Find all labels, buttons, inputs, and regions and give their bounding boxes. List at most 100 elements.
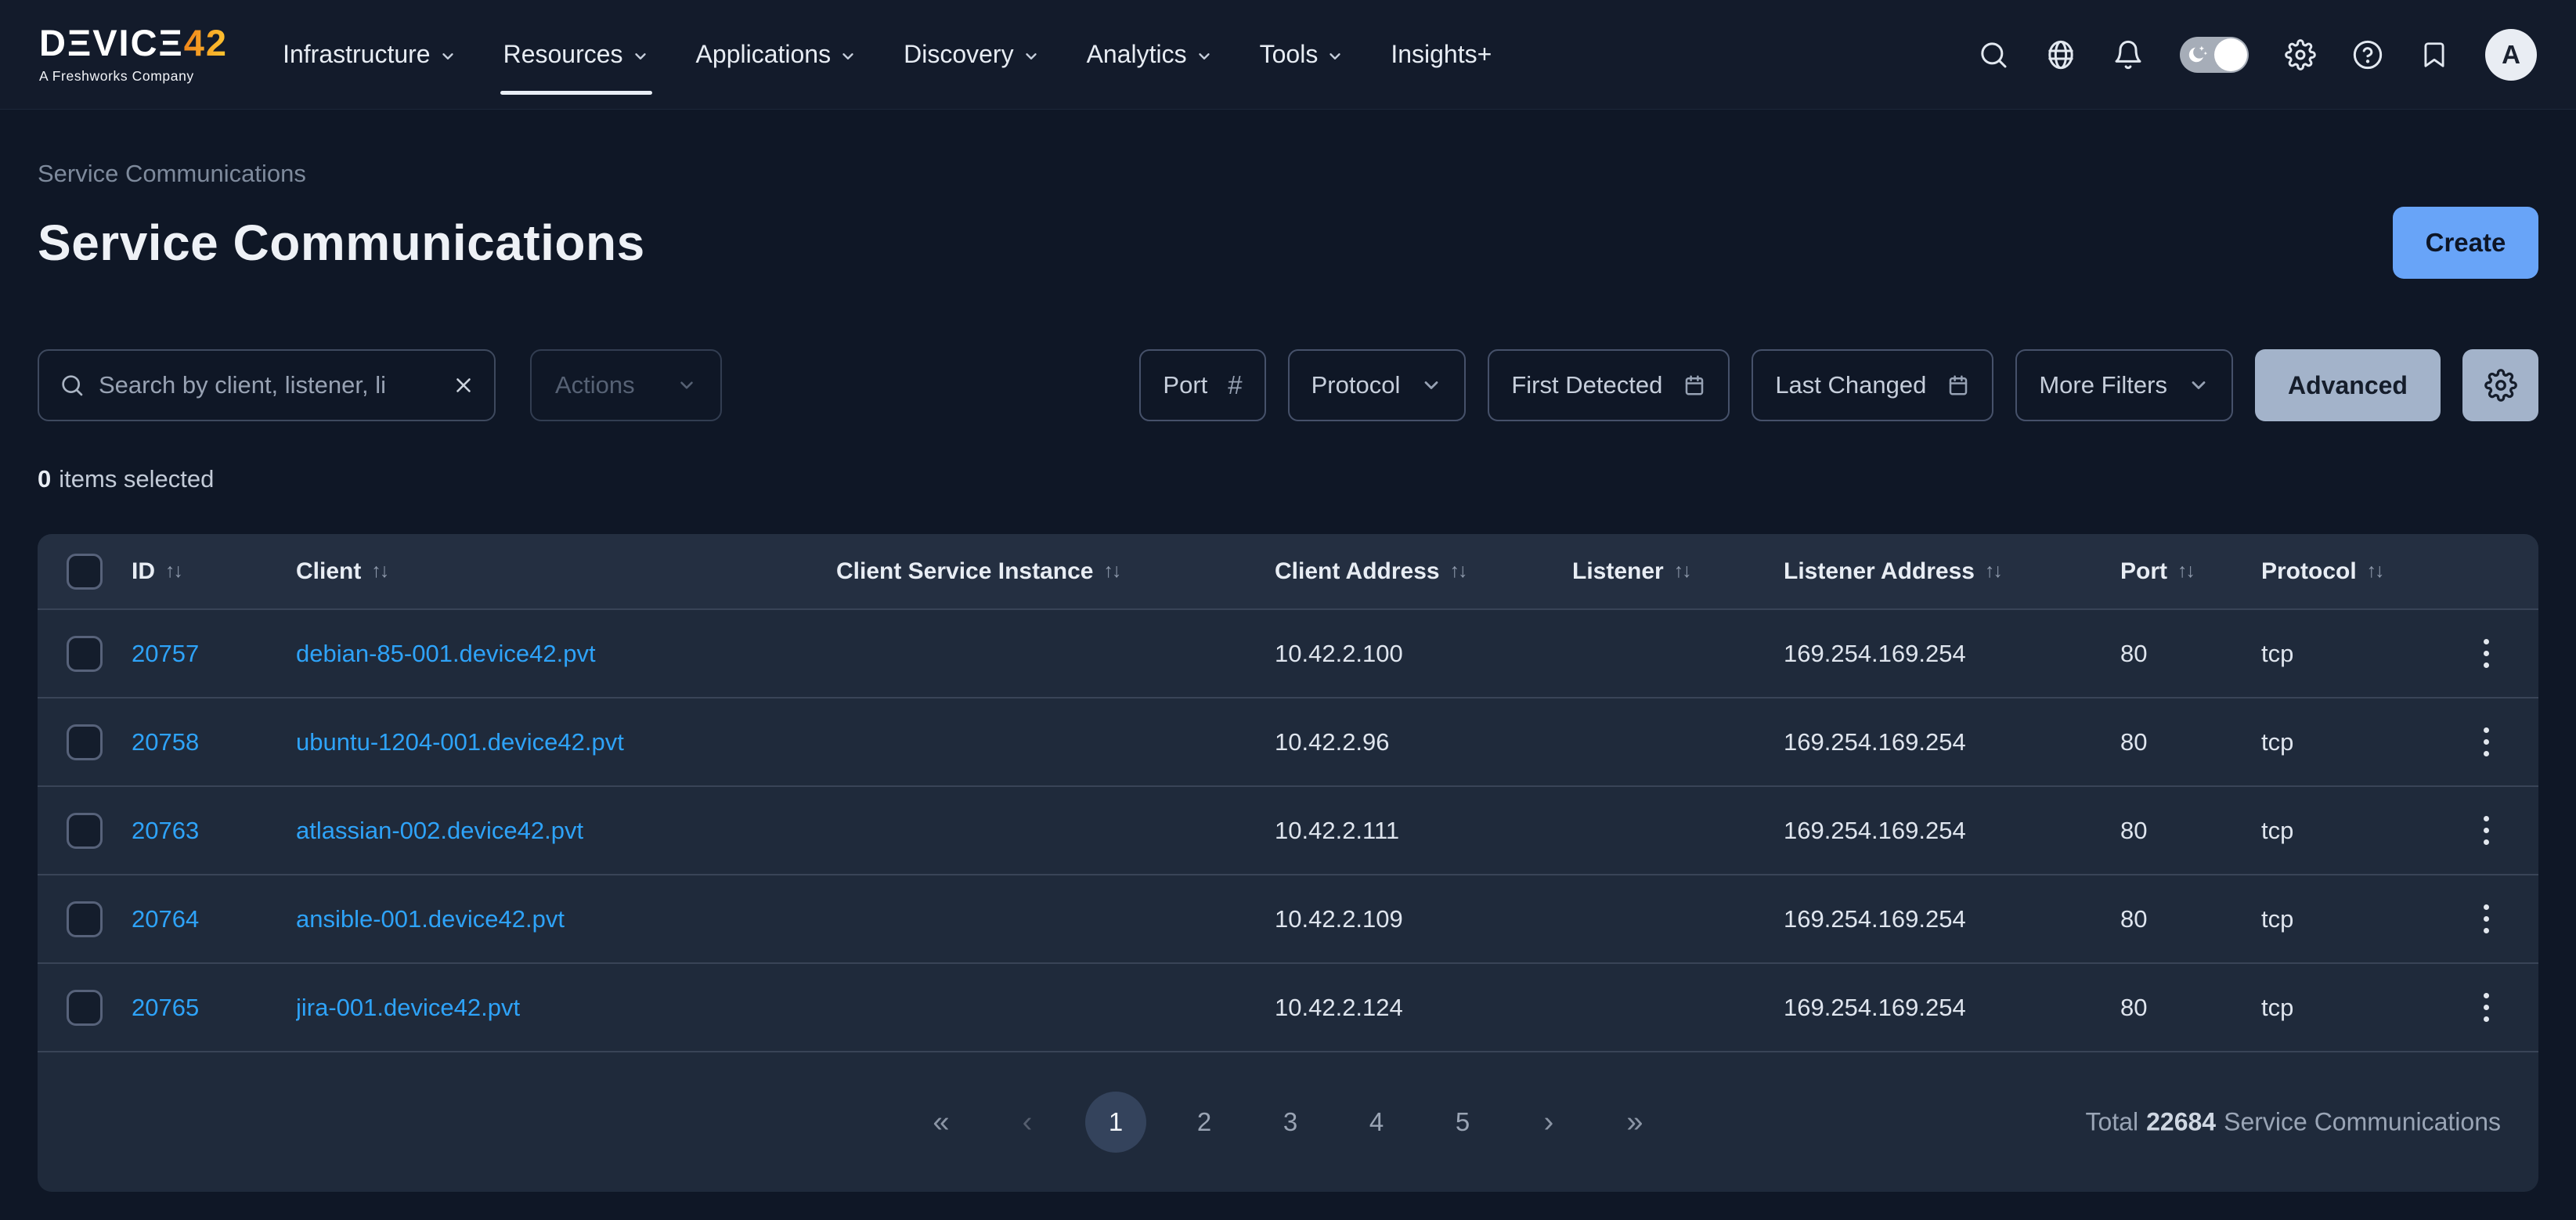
row-actions-kebab-icon[interactable]: [2474, 895, 2498, 943]
row-actions-kebab-icon[interactable]: [2474, 984, 2498, 1031]
clear-search-icon[interactable]: [452, 374, 475, 397]
nav-item-label: Applications: [696, 40, 832, 69]
nav-item-infrastructure[interactable]: Infrastructure: [283, 0, 456, 109]
row-protocol: tcp: [2261, 728, 2433, 756]
sort-icon[interactable]: ↑↓: [371, 560, 388, 583]
row-client-link[interactable]: jira-001.device42.pvt: [296, 994, 520, 1021]
nav-item-discovery[interactable]: Discovery: [904, 0, 1039, 109]
search-box: [38, 349, 496, 421]
row-actions-kebab-icon[interactable]: [2474, 718, 2498, 766]
table-settings-button[interactable]: [2462, 349, 2538, 421]
bookmark-icon[interactable]: [2419, 40, 2449, 70]
row-checkbox[interactable]: [67, 636, 103, 672]
row-port: 80: [2120, 728, 2261, 756]
brand-logo[interactable]: DΞVICΞ42 A Freshworks Company: [39, 24, 228, 85]
row-client-link[interactable]: ubuntu-1204-001.device42.pvt: [296, 728, 624, 756]
row-client-link[interactable]: atlassian-002.device42.pvt: [296, 817, 583, 844]
sort-icon[interactable]: ↑↓: [1103, 560, 1120, 583]
total-suffix: Service Communications: [2224, 1108, 2501, 1137]
user-avatar[interactable]: A: [2485, 29, 2537, 81]
row-checkbox-cell: [38, 724, 132, 760]
column-header-client-address[interactable]: Client Address↑↓: [1275, 558, 1572, 585]
sort-icon[interactable]: ↑↓: [1450, 560, 1467, 583]
search-input[interactable]: [99, 371, 438, 399]
nav-item-label: Tools: [1260, 40, 1319, 69]
pagination-first-button[interactable]: «: [913, 1092, 969, 1153]
selection-text: items selected: [59, 465, 214, 493]
chevron-down-icon: [676, 375, 697, 395]
pagination-page-3[interactable]: 3: [1262, 1092, 1319, 1153]
column-header-client[interactable]: Client↑↓: [296, 558, 836, 585]
advanced-button[interactable]: Advanced: [2255, 349, 2441, 421]
help-icon[interactable]: [2352, 39, 2383, 70]
top-nav: DΞVICΞ42 A Freshworks Company Infrastruc…: [0, 0, 2576, 110]
search-icon[interactable]: [1978, 39, 2009, 70]
sort-icon[interactable]: ↑↓: [2367, 560, 2383, 583]
toggle-knob: [2214, 38, 2247, 71]
notifications-bell-icon[interactable]: [2112, 39, 2144, 70]
row-id-link[interactable]: 20764: [132, 905, 199, 933]
sort-icon[interactable]: ↑↓: [1985, 560, 2001, 583]
row-port: 80: [2120, 640, 2261, 668]
brand-wordmark: DΞVICΞ42: [39, 24, 228, 61]
select-all-checkbox[interactable]: [67, 554, 103, 590]
nav-item-resources[interactable]: Resources: [503, 0, 649, 109]
row-checkbox[interactable]: [67, 990, 103, 1026]
create-button[interactable]: Create: [2393, 207, 2538, 279]
row-checkbox[interactable]: [67, 901, 103, 937]
pagination-page-2[interactable]: 2: [1176, 1092, 1232, 1153]
row-id-link[interactable]: 20757: [132, 640, 199, 667]
table-row: 20763 atlassian-002.device42.pvt 10.42.2…: [38, 785, 2538, 874]
row-checkbox[interactable]: [67, 724, 103, 760]
filter-port[interactable]: Port #: [1139, 349, 1265, 421]
column-header-protocol[interactable]: Protocol↑↓: [2261, 558, 2433, 585]
chevron-down-icon: [632, 48, 649, 65]
row-actions-kebab-icon[interactable]: [2474, 807, 2498, 854]
more-filters-dropdown[interactable]: More Filters: [2015, 349, 2233, 421]
row-actions-kebab-icon[interactable]: [2474, 630, 2498, 677]
row-client-link[interactable]: ansible-001.device42.pvt: [296, 905, 565, 933]
filter-first-detected[interactable]: First Detected: [1488, 349, 1730, 421]
row-checkbox[interactable]: [67, 813, 103, 849]
actions-dropdown[interactable]: Actions: [530, 349, 722, 421]
nav-item-insights[interactable]: Insights+: [1391, 0, 1492, 109]
row-client-address: 10.42.2.100: [1275, 640, 1572, 668]
theme-toggle[interactable]: [2180, 37, 2249, 73]
row-port: 80: [2120, 905, 2261, 933]
nav-item-analytics[interactable]: Analytics: [1087, 0, 1213, 109]
row-id-link[interactable]: 20763: [132, 817, 199, 844]
total-prefix: Total: [2086, 1108, 2139, 1137]
settings-gear-icon[interactable]: [2285, 39, 2316, 70]
sort-icon[interactable]: ↑↓: [1674, 560, 1690, 583]
nav-item-label: Insights+: [1391, 40, 1492, 69]
pagination-page-1[interactable]: 1: [1085, 1092, 1146, 1153]
column-header-listener[interactable]: Listener↑↓: [1572, 558, 1784, 585]
pagination-next-button[interactable]: ›: [1521, 1092, 1577, 1153]
filter-group: Port # Protocol First Detected Last Chan…: [1139, 349, 2538, 421]
column-header-client-service-instance[interactable]: Client Service Instance↑↓: [836, 558, 1275, 585]
filter-protocol[interactable]: Protocol: [1288, 349, 1467, 421]
brand-tagline: A Freshworks Company: [39, 68, 228, 85]
chevron-down-icon: [1420, 374, 1442, 396]
pagination-page-5[interactable]: 5: [1434, 1092, 1491, 1153]
more-filters-label: More Filters: [2039, 371, 2167, 399]
breadcrumb[interactable]: Service Communications: [38, 160, 2538, 188]
row-id-link[interactable]: 20765: [132, 994, 199, 1021]
row-client-link[interactable]: debian-85-001.device42.pvt: [296, 640, 596, 667]
nav-item-label: Resources: [503, 40, 623, 69]
globe-icon[interactable]: [2045, 39, 2076, 70]
sort-icon[interactable]: ↑↓: [165, 560, 182, 583]
pagination-page-4[interactable]: 4: [1348, 1092, 1405, 1153]
row-id-link[interactable]: 20758: [132, 728, 199, 756]
sort-icon[interactable]: ↑↓: [2177, 560, 2194, 583]
filter-last-changed[interactable]: Last Changed: [1752, 349, 1993, 421]
moon-icon: [2187, 44, 2209, 66]
pagination-last-button[interactable]: »: [1607, 1092, 1663, 1153]
column-header-listener-address[interactable]: Listener Address↑↓: [1784, 558, 2120, 585]
gear-icon: [2484, 369, 2517, 402]
nav-item-applications[interactable]: Applications: [696, 0, 857, 109]
nav-item-tools[interactable]: Tools: [1260, 0, 1344, 109]
column-header-id[interactable]: ID↑↓: [132, 558, 296, 585]
column-header-port[interactable]: Port↑↓: [2120, 558, 2261, 585]
pagination-prev-button[interactable]: ‹: [999, 1092, 1055, 1153]
